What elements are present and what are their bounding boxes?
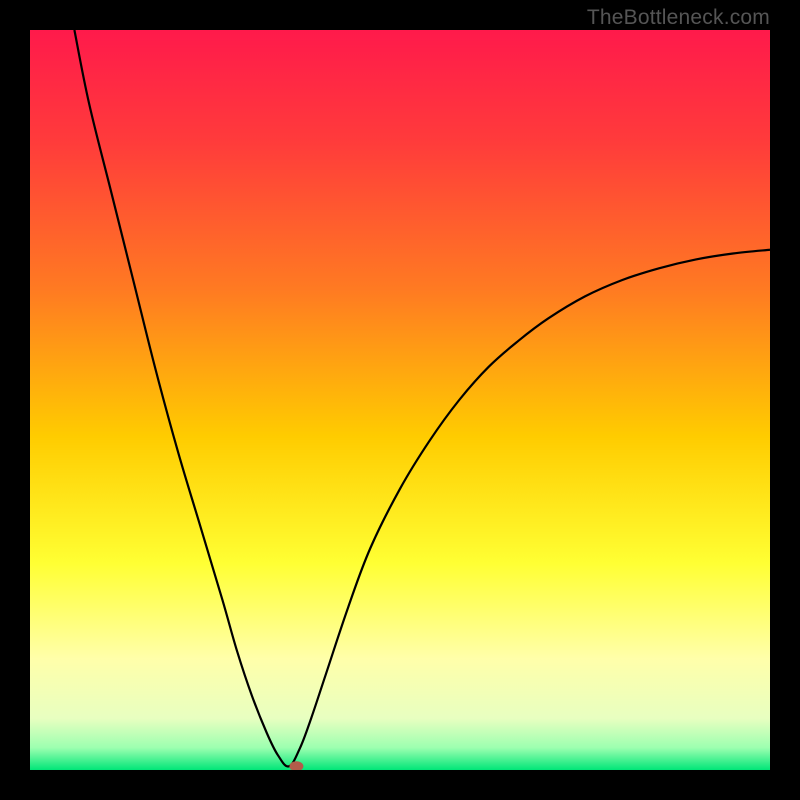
bottleneck-curve	[74, 30, 770, 766]
curve-overlay	[30, 30, 770, 770]
plot-area	[30, 30, 770, 770]
chart-container: TheBottleneck.com	[0, 0, 800, 800]
watermark-text: TheBottleneck.com	[587, 6, 770, 30]
